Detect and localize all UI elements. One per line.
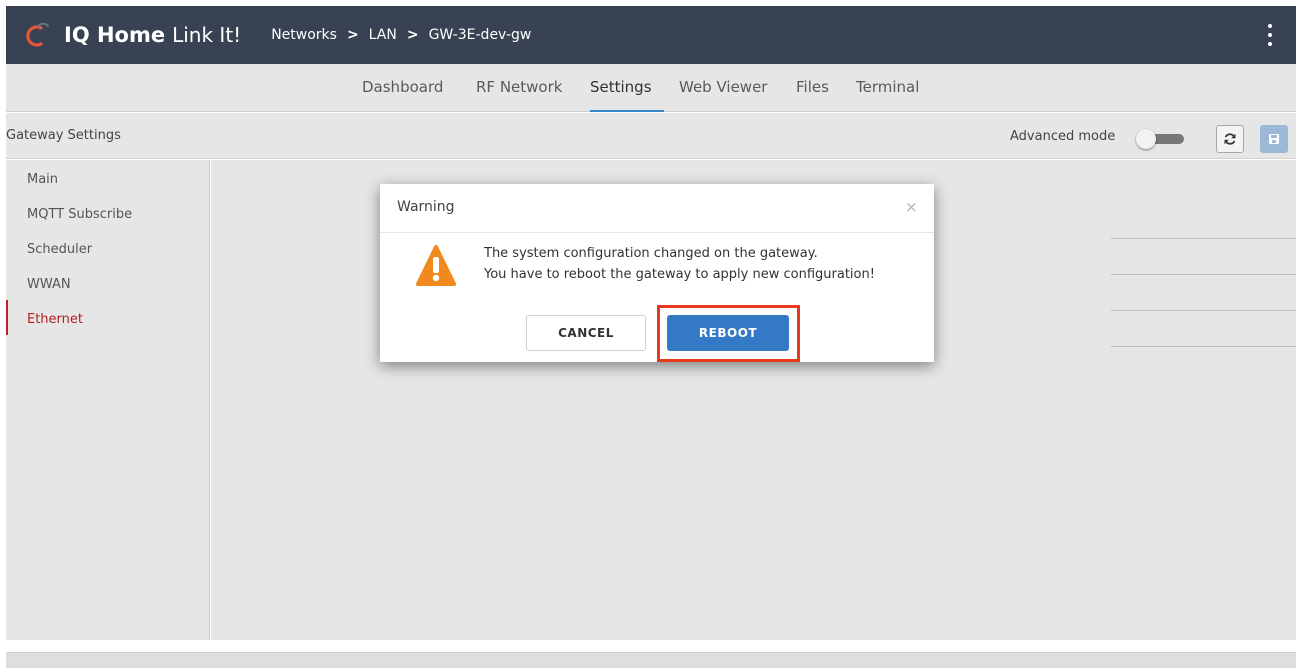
dialog-message-line-2: You have to reboot the gateway to apply … [484, 267, 875, 282]
active-sidebar-marker [6, 300, 8, 335]
logo-icon [24, 22, 50, 48]
form-divider [1111, 238, 1308, 239]
tab-bar: Dashboard RF Network Settings Web Viewer… [6, 64, 1296, 112]
page-title: Gateway Settings [6, 128, 121, 143]
breadcrumb-networks[interactable]: Networks [271, 27, 337, 43]
sidebar-item-wwan[interactable]: WWAN [27, 277, 71, 292]
tab-terminal[interactable]: Terminal [856, 78, 919, 96]
cancel-button[interactable]: CANCEL [526, 315, 646, 351]
sidebar-item-mqtt-subscribe[interactable]: MQTT Subscribe [27, 207, 132, 222]
save-button[interactable] [1260, 125, 1288, 153]
warning-triangle-icon [416, 244, 456, 288]
tab-settings[interactable]: Settings [590, 78, 652, 96]
breadcrumb-separator-2: > [406, 27, 419, 43]
form-divider [1111, 274, 1308, 275]
tab-dashboard[interactable]: Dashboard [362, 78, 443, 96]
sidebar-item-scheduler[interactable]: Scheduler [27, 242, 92, 257]
form-divider [1111, 346, 1308, 347]
refresh-button[interactable] [1216, 125, 1244, 153]
top-bar: IQ Home Link It! Networks > LAN > GW-3E-… [6, 6, 1296, 64]
save-icon [1269, 134, 1279, 144]
warning-dialog: Warning × The system configuration chang… [380, 184, 934, 362]
brand-name: IQ Home [64, 23, 166, 47]
dialog-divider [380, 232, 934, 233]
active-tab-indicator [590, 110, 664, 112]
advanced-mode-label: Advanced mode [1010, 129, 1116, 144]
refresh-icon [1224, 133, 1236, 145]
dialog-message-line-1: The system configuration changed on the … [484, 246, 818, 261]
sidebar-item-ethernet[interactable]: Ethernet [27, 312, 83, 327]
breadcrumb-lan[interactable]: LAN [369, 27, 397, 43]
settings-sidebar: Main MQTT Subscribe Scheduler WWAN Ether… [6, 160, 210, 640]
settings-toolbar: Gateway Settings Advanced mode [6, 113, 1296, 159]
reboot-highlight-box [657, 305, 800, 362]
breadcrumb-separator-1: > [346, 27, 359, 43]
breadcrumb-gateway: GW-3E-dev-gw [428, 27, 532, 43]
tab-rf-network[interactable]: RF Network [476, 78, 562, 96]
page-edge [1296, 0, 1308, 668]
close-icon[interactable]: × [905, 198, 918, 216]
dialog-title: Warning [397, 199, 455, 215]
tab-web-viewer[interactable]: Web Viewer [679, 78, 767, 96]
tab-files[interactable]: Files [796, 78, 829, 96]
vertical-dots-icon[interactable] [1260, 24, 1280, 46]
sidebar-item-main[interactable]: Main [27, 172, 58, 187]
footer-bar [6, 652, 1296, 668]
advanced-mode-toggle[interactable] [1136, 129, 1184, 149]
form-divider [1111, 310, 1308, 311]
brand-tagline: Link It! [172, 23, 242, 47]
